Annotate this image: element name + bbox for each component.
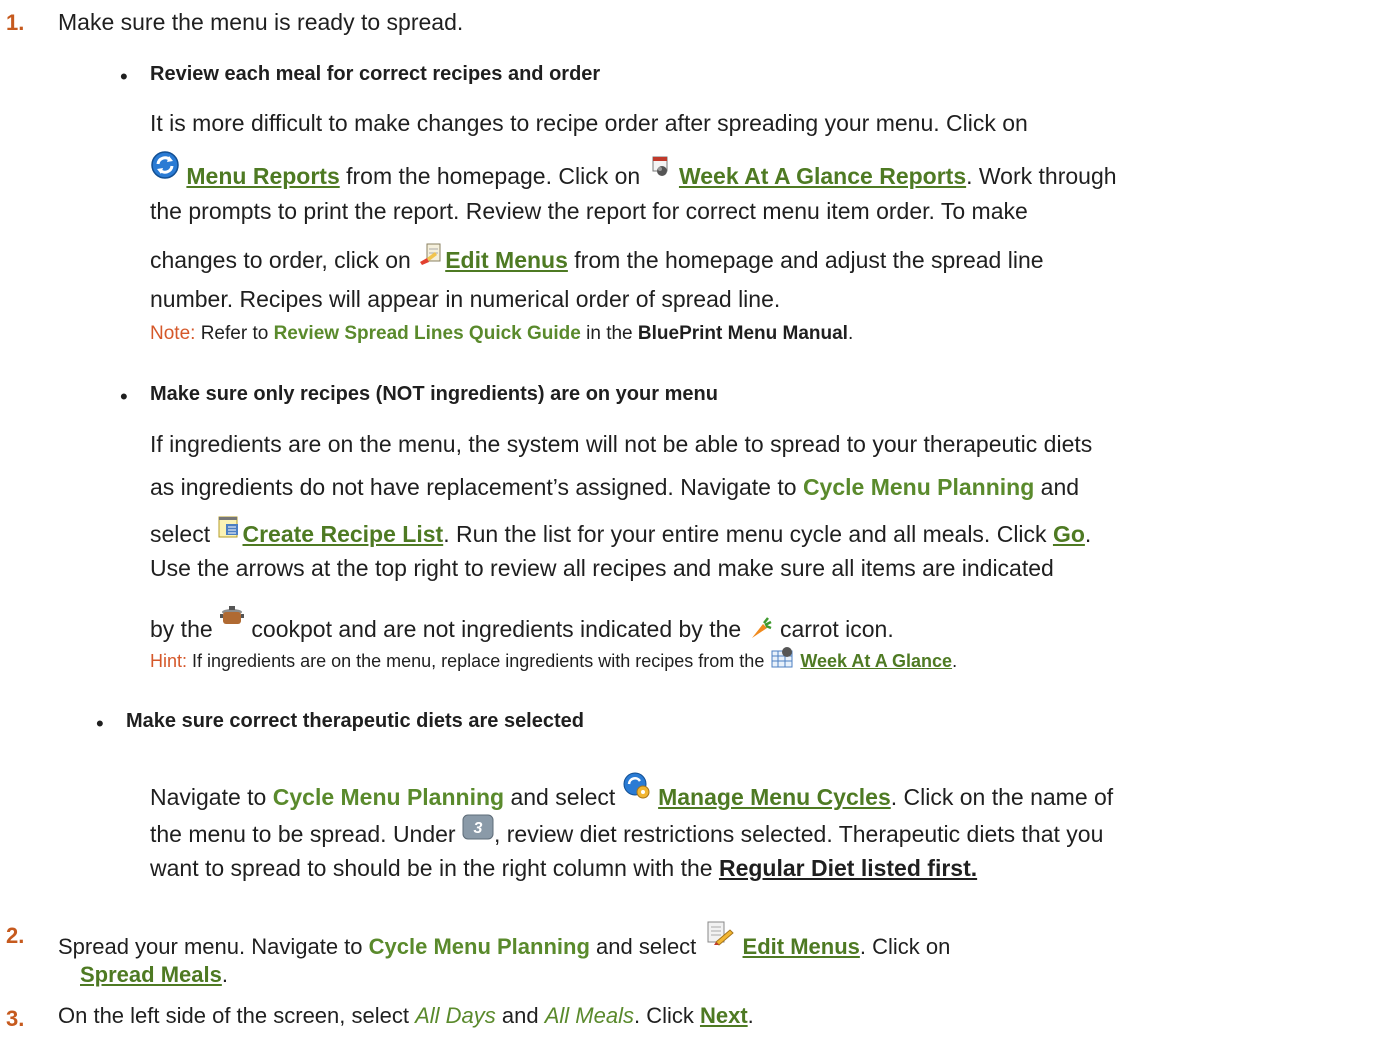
all-meals-option: All Meals — [544, 1003, 634, 1028]
step-three-badge: 3 — [474, 820, 483, 837]
text-span: . Click on — [859, 934, 951, 959]
next-link[interactable]: Next — [700, 1003, 748, 1028]
edit-menus-link[interactable]: Edit Menus — [445, 247, 568, 273]
week-at-a-glance-reports-link[interactable]: Week At A Glance Reports — [679, 163, 966, 189]
paragraph-line: as ingredients do not have replacement’s… — [150, 474, 1079, 501]
paragraph-line: Menu Reports from the homepage. Click on… — [150, 150, 1117, 190]
text-span: . — [747, 1003, 754, 1028]
paragraph-line: number. Recipes will appear in numerical… — [150, 286, 781, 312]
go-link[interactable]: Go — [1053, 521, 1085, 547]
create-recipe-list-link[interactable]: Create Recipe List — [242, 521, 443, 547]
text-span: . — [221, 962, 228, 987]
gear-cycle-icon — [622, 771, 652, 801]
step-number: 2. — [6, 923, 25, 948]
text-span: . Click on the name of — [890, 784, 1114, 810]
text-span: cookpot and are not ingredients indicate… — [245, 616, 748, 642]
text-span: changes to order, click on — [150, 247, 418, 273]
notepad-list-icon — [216, 514, 242, 540]
paragraph-line: Navigate to Cycle Menu Planning and sele… — [150, 771, 1113, 811]
paragraph-line: the menu to be spread. Under 3 , review … — [150, 814, 1103, 848]
note-line: Note: Refer to Review Spread Lines Quick… — [150, 323, 853, 345]
step-text: On the left side of the screen, select A… — [58, 1003, 754, 1029]
text-span: and — [1034, 474, 1080, 500]
blueprint-menu-manual: BluePrint Menu Manual — [637, 323, 848, 344]
note-label: Note: — [150, 323, 196, 344]
calendar-report-icon — [647, 154, 673, 180]
menu-reports-link[interactable]: Menu Reports — [186, 163, 339, 189]
cookpot-icon — [219, 603, 245, 629]
review-spread-lines-guide: Review Spread Lines Quick Guide — [273, 323, 581, 344]
carrot-icon — [748, 615, 774, 641]
paragraph-line: It is more difficult to make changes to … — [150, 110, 1028, 136]
text-span: Refer to — [195, 323, 274, 344]
manage-menu-cycles-link[interactable]: Manage Menu Cycles — [658, 784, 891, 810]
step-text: Spread Meals. — [80, 962, 228, 988]
text-span: . — [952, 651, 958, 671]
text-span: from the homepage. Click on — [339, 163, 647, 189]
step-number: 3. — [6, 1006, 25, 1031]
text-span: as ingredients do not have replacement’s… — [150, 474, 803, 500]
text-span: Navigate to — [150, 784, 273, 810]
text-span: the menu to be spread. Under — [150, 821, 462, 847]
pencil-notepad-icon — [702, 920, 736, 950]
text-span: want to spread to should be in the right… — [150, 855, 719, 881]
cycle-menu-planning-text: Cycle Menu Planning — [368, 934, 590, 959]
bullet: • — [120, 64, 128, 89]
all-days-option: All Days — [415, 1003, 496, 1028]
edit-menus-icon — [417, 242, 445, 270]
bullet-heading: Make sure correct therapeutic diets are … — [126, 710, 584, 732]
bullet-heading: Make sure only recipes (NOT ingredients)… — [150, 383, 718, 405]
text-span: , review diet restrictions selected. The… — [493, 821, 1104, 847]
step-text: Make sure the menu is ready to spread. — [58, 9, 464, 35]
text-span: . Click — [633, 1003, 700, 1028]
week-at-a-glance-link[interactable]: Week At A Glance — [800, 651, 952, 671]
paragraph-line: Use the arrows at the top right to revie… — [150, 555, 1054, 581]
paragraph-line: If ingredients are on the menu, the syst… — [150, 431, 1093, 457]
edit-menus-link[interactable]: Edit Menus — [743, 934, 860, 959]
regular-diet-first: Regular Diet listed first. — [718, 855, 978, 881]
text-span: . — [1084, 521, 1092, 547]
cycle-menu-planning-text: Cycle Menu Planning — [272, 784, 505, 810]
text-span: Spread your menu. Navigate to — [58, 934, 369, 959]
paragraph-line: by the cookpot and are not ingredients i… — [150, 603, 894, 643]
text-span: carrot icon. — [773, 616, 894, 642]
step-number: 1. — [6, 10, 25, 35]
text-span: and select — [589, 934, 703, 959]
paragraph-line: the prompts to print the report. Review … — [150, 198, 1028, 224]
text-span: select — [150, 521, 217, 547]
cycle-menu-planning-text: Cycle Menu Planning — [802, 474, 1035, 500]
hint-line: Hint: If ingredients are on the menu, re… — [150, 645, 957, 672]
text-span: and — [495, 1003, 545, 1028]
paragraph-line: changes to order, click on Edit Menus fr… — [150, 242, 1044, 274]
paragraph-line: select Create Recipe List. Run the list … — [150, 514, 1091, 548]
hint-label: Hint: — [150, 651, 188, 671]
text-span: On the left side of the screen, select — [58, 1003, 416, 1028]
text-span: . Work through — [966, 163, 1117, 189]
text-span: If ingredients are on the menu, replace … — [187, 651, 770, 671]
bullet: • — [96, 711, 104, 736]
text-span: and select — [504, 784, 622, 810]
paragraph-line: want to spread to should be in the right… — [150, 855, 977, 882]
text-span: from the homepage and adjust the spread … — [567, 247, 1044, 273]
spread-meals-link[interactable]: Spread Meals — [80, 962, 222, 987]
step-text: Spread your menu. Navigate to Cycle Menu… — [58, 920, 950, 960]
calendar-grid-icon — [769, 645, 795, 671]
text-span: in the — [580, 323, 638, 344]
refresh-cycle-icon — [150, 150, 180, 180]
bullet: • — [120, 384, 128, 409]
text-span: . Run the list for your entire menu cycl… — [443, 521, 1053, 547]
text-span: . — [847, 323, 854, 344]
bullet-heading: Review each meal for correct recipes and… — [150, 63, 601, 85]
text-span: by the — [150, 616, 220, 642]
step-three-icon: 3 — [462, 814, 494, 840]
